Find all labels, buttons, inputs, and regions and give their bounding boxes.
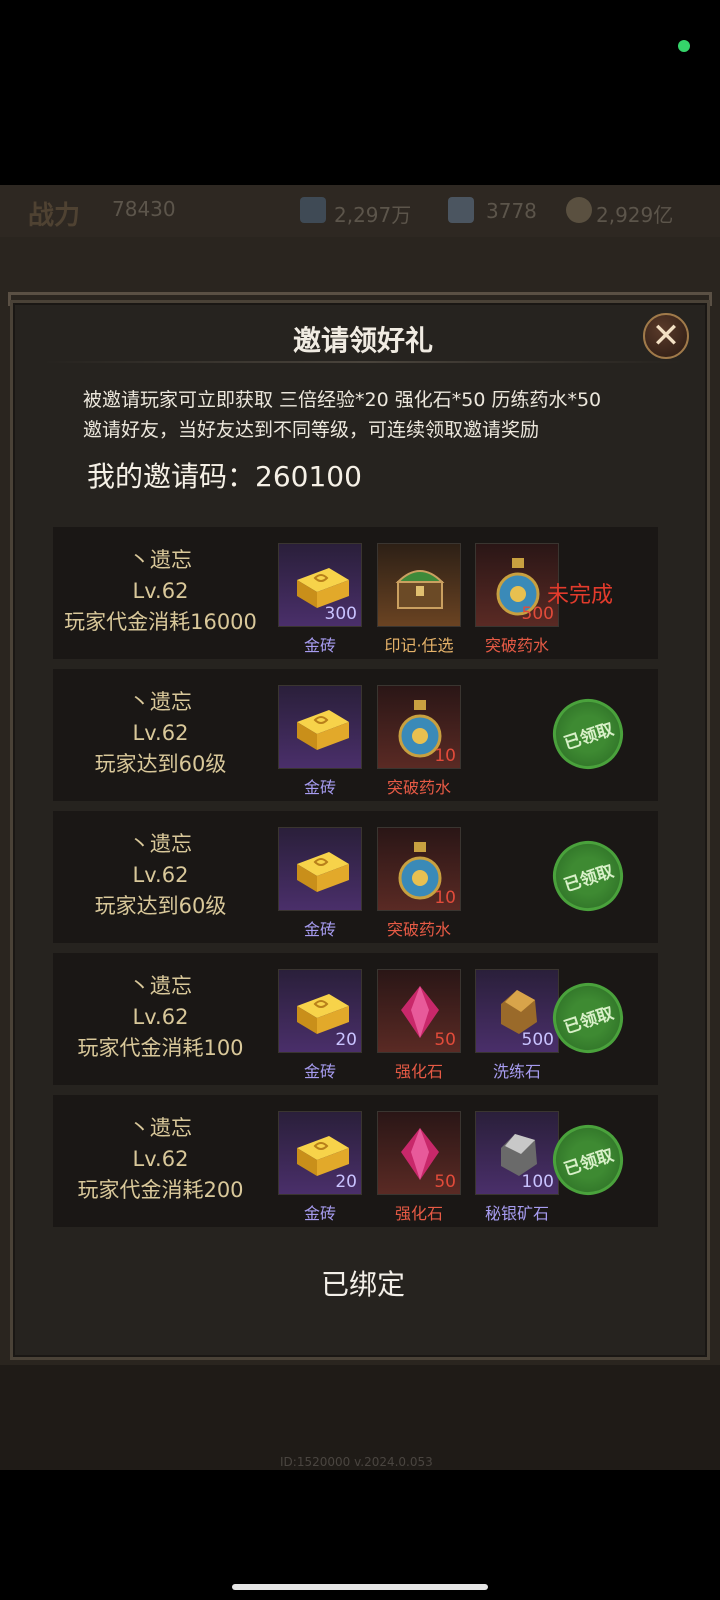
item-name: 金砖 [303, 920, 336, 939]
reward-item[interactable]: 100 秘银矿石 [475, 1111, 559, 1224]
invite-rules-text: 邀请好友，当好友达到不同等级，可连续领取邀请奖励 [83, 419, 540, 441]
reward-item[interactable]: 金砖 [278, 685, 362, 798]
item-slot: 500 [475, 969, 559, 1053]
row-level: Lv.62 [132, 721, 189, 745]
bound-status-text: 已绑定 [320, 1268, 405, 1301]
reward-item[interactable]: 10 突破药水 [377, 685, 461, 798]
item-count: 20 [335, 1030, 357, 1050]
gold-bar-icon [279, 686, 363, 770]
item-slot: 20 [278, 1111, 362, 1195]
reward-item[interactable]: 500 洗练石 [475, 969, 559, 1082]
item-count: 50 [434, 1172, 456, 1192]
invite-code-line: 我的邀请码：260100 [87, 455, 362, 495]
reward-item[interactable]: 20 金砖 [278, 1111, 362, 1224]
item-name: 洗练石 [492, 1062, 541, 1081]
item-count: 50 [434, 1030, 456, 1050]
incomplete-status: 未完成 [547, 583, 614, 608]
item-name: 金砖 [303, 778, 336, 797]
item-name: 突破药水 [386, 920, 451, 939]
invite-code-value[interactable]: 260100 [255, 460, 362, 493]
reward-row: 丶遗忘 Lv.62 玩家达到60级金砖 10 突破药水 已领取 [53, 669, 658, 801]
item-slot: 10 [377, 827, 461, 911]
status-indicator-dot [678, 40, 690, 52]
reward-item[interactable]: 金砖 [278, 827, 362, 940]
title-divider [43, 361, 683, 363]
reward-condition: 丶遗忘 Lv.62 玩家代金消耗16000 [53, 545, 268, 638]
claimed-stamp: 已领取 [543, 689, 633, 779]
item-slot: 50 [377, 1111, 461, 1195]
item-count: 500 [521, 1030, 554, 1050]
currency-3-value: 2,929亿 [596, 203, 674, 227]
home-indicator[interactable] [232, 1584, 488, 1590]
modal-title: 邀请领好礼 [292, 324, 433, 357]
row-level: Lv.62 [132, 1147, 189, 1171]
currency-2-icon [448, 197, 474, 223]
row-player: 丶遗忘 [129, 1116, 192, 1140]
reward-condition: 丶遗忘 Lv.62 玩家代金消耗200 [53, 1113, 268, 1206]
invite-code-label: 我的邀请码： [87, 460, 256, 493]
row-level: Lv.62 [132, 1005, 189, 1029]
item-name: 金砖 [303, 636, 336, 655]
reward-condition: 丶遗忘 Lv.62 玩家代金消耗100 [53, 971, 268, 1064]
item-name: 印记·任选 [384, 636, 454, 655]
currency-2-value: 3778 [486, 199, 537, 223]
reward-item[interactable]: 10 突破药水 [377, 827, 461, 940]
item-slot [278, 827, 362, 911]
row-condition: 玩家代金消耗100 [77, 1036, 244, 1060]
row-condition: 玩家达到60级 [94, 894, 227, 918]
game-footer-text: ID:1520000 v.2024.0.053 [280, 1455, 433, 1469]
row-condition: 玩家代金消耗200 [77, 1178, 244, 1202]
combat-power-value: 78430 [112, 197, 176, 221]
item-slot: 300 [278, 543, 362, 627]
currency-3-icon [566, 197, 592, 223]
item-name: 突破药水 [386, 778, 451, 797]
item-name: 强化石 [394, 1062, 443, 1081]
game-topbar: 战力 78430 2,297万 3778 2,929亿 [0, 185, 720, 237]
item-slot [278, 685, 362, 769]
currency-1-icon [300, 197, 326, 223]
reward-item[interactable]: 50 强化石 [377, 969, 461, 1082]
row-condition: 玩家达到60级 [94, 752, 227, 776]
reward-condition: 丶遗忘 Lv.62 玩家达到60级 [53, 829, 268, 922]
row-player: 丶遗忘 [129, 690, 192, 714]
close-button[interactable]: ✕ [643, 313, 689, 359]
item-name: 金砖 [303, 1204, 336, 1223]
item-slot: 10 [377, 685, 461, 769]
reward-row: 丶遗忘 Lv.62 玩家达到60级金砖 10 突破药水 已领取 [53, 811, 658, 943]
combat-power-label: 战力 [28, 201, 81, 231]
claimed-stamp: 已领取 [543, 831, 633, 921]
treasure-chest-icon [378, 544, 462, 628]
gold-bar-icon [279, 828, 363, 912]
reward-row: 丶遗忘 Lv.62 玩家代金消耗16000 300 金砖 印记·任选 500 突破药水 未完成 [53, 527, 658, 659]
item-name: 秘银矿石 [484, 1204, 549, 1223]
item-count: 100 [521, 1172, 554, 1192]
reward-item[interactable]: 300 金砖 [278, 543, 362, 656]
row-condition: 玩家代金消耗16000 [64, 610, 257, 634]
row-player: 丶遗忘 [129, 974, 192, 998]
item-name: 突破药水 [484, 636, 549, 655]
item-slot: 100 [475, 1111, 559, 1195]
reward-item[interactable]: 印记·任选 [377, 543, 461, 656]
reward-row: 丶遗忘 Lv.62 玩家代金消耗200 20 金砖 50 强化石 100 秘银矿石 已领取 [53, 1095, 658, 1227]
item-name: 强化石 [394, 1204, 443, 1223]
item-slot: 20 [278, 969, 362, 1053]
row-player: 丶遗忘 [129, 832, 192, 856]
item-count: 300 [324, 604, 357, 624]
item-count: 10 [434, 888, 456, 908]
reward-row: 丶遗忘 Lv.62 玩家代金消耗100 20 金砖 50 强化石 500 洗练石 已领取 [53, 953, 658, 1085]
row-player: 丶遗忘 [129, 548, 192, 572]
item-slot: 50 [377, 969, 461, 1053]
item-count: 10 [434, 746, 456, 766]
item-slot [377, 543, 461, 627]
reward-item[interactable]: 20 金砖 [278, 969, 362, 1082]
invitee-benefit-text: 被邀请玩家可立即获取 三倍经验*20 强化石*50 历练药水*50 [83, 389, 602, 411]
row-level: Lv.62 [132, 579, 189, 603]
currency-1-value: 2,297万 [334, 203, 412, 227]
reward-condition: 丶遗忘 Lv.62 玩家达到60级 [53, 687, 268, 780]
row-level: Lv.62 [132, 863, 189, 887]
invite-reward-modal: 邀请领好礼 ✕ 被邀请玩家可立即获取 三倍经验*20 强化石*50 历练药水*5… [10, 300, 710, 1360]
item-count: 20 [335, 1172, 357, 1192]
reward-item[interactable]: 50 强化石 [377, 1111, 461, 1224]
item-name: 金砖 [303, 1062, 336, 1081]
